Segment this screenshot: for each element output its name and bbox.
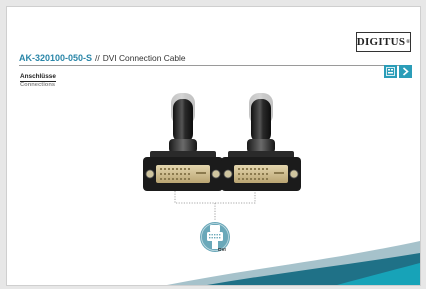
dvi-cable-left [143,93,223,191]
dvi-cable-right [221,93,301,191]
footer-wave-decoration [167,241,420,285]
connection-lines [174,191,256,221]
datasheet-page: DIGITUS ® AK-320100-050-S//DVI Connection… [6,6,421,286]
